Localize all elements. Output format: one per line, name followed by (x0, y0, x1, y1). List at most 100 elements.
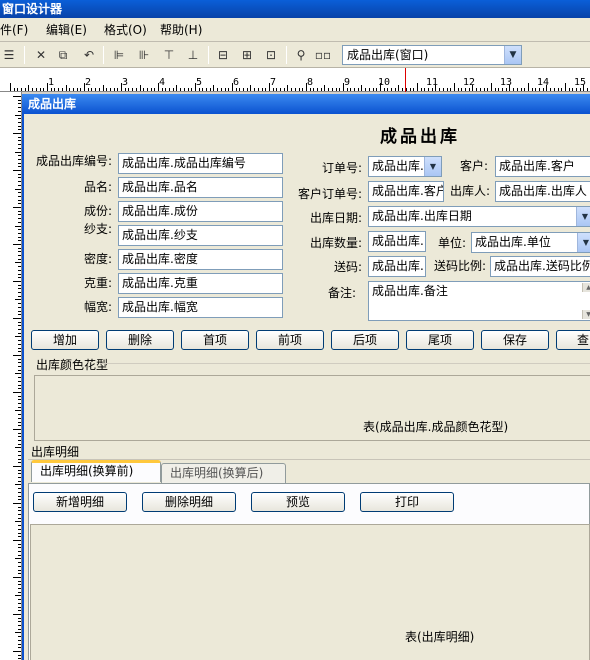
weight-field[interactable]: 成品出库.克重 (118, 273, 283, 294)
send-code-field[interactable]: 成品出库. (368, 256, 426, 277)
out-no-field[interactable]: 成品出库.成品出库编号 (118, 153, 283, 174)
menu-edit[interactable]: 编辑(E) (46, 22, 87, 38)
ruler-tick (117, 88, 118, 91)
customer-field[interactable]: 成品出库.客户 (495, 156, 590, 177)
window-title[interactable]: 成品出库 (22, 94, 590, 114)
remark-textarea[interactable]: 成品出库.备注 ▲ ▼ (368, 281, 590, 321)
scroll-down-icon[interactable]: ▼ (582, 310, 590, 319)
ruler-tick (18, 325, 21, 326)
ruler-tick (195, 83, 196, 91)
menu-help[interactable]: 帮助(H) (160, 22, 202, 38)
same-size-icon[interactable]: ⊞ (238, 46, 256, 64)
delete-detail-button[interactable]: 删除明细 (142, 492, 236, 512)
toolbar-separator (103, 46, 104, 64)
field-value: 成品出库.成品出库编号 (122, 156, 246, 170)
add-detail-button[interactable]: 新增明细 (33, 492, 127, 512)
ruler-tick (18, 222, 21, 223)
grid-icon[interactable]: ⊡ (262, 46, 280, 64)
align-tools-icon[interactable]: ⊫ (110, 46, 128, 64)
ruler-tick (369, 88, 370, 91)
prev-button[interactable]: 前项 (256, 330, 324, 350)
tab-order-icon[interactable]: ⚲ (292, 46, 310, 64)
component-icon[interactable]: ▫▫ (314, 46, 332, 64)
ruler-tick (287, 85, 288, 91)
ruler-tick (18, 658, 21, 659)
ruler-tick (413, 88, 414, 91)
delete-button[interactable]: 删除 (106, 330, 174, 350)
out-qty-field[interactable]: 成品出库. (368, 231, 426, 252)
save-button[interactable]: 保存 (481, 330, 549, 350)
undo-icon[interactable]: ↶ (80, 46, 98, 64)
ruler-tick (18, 359, 21, 360)
menu-file[interactable]: 件(F) (0, 22, 28, 38)
ruler-tick (443, 88, 444, 91)
ruler-tick (110, 88, 111, 91)
order-no-combo[interactable]: 成品出库. ▼ (368, 156, 442, 177)
last-button[interactable]: 尾项 (406, 330, 474, 350)
scroll-up-icon[interactable]: ▲ (582, 283, 590, 292)
copy-icon[interactable]: ⧉ (54, 46, 72, 64)
print-button[interactable]: 打印 (360, 492, 454, 512)
label-unit: 单位: (437, 236, 466, 250)
ruler-tick (173, 88, 174, 91)
issuer-field[interactable]: 成品出库.出库人 (495, 181, 590, 202)
composition-field[interactable]: 成品出库.成份 (118, 201, 283, 222)
preview-button[interactable]: 预览 (251, 492, 345, 512)
ruler-tick (347, 88, 348, 91)
out-date-picker[interactable]: 成品出库.出库日期 ▼ (368, 206, 590, 227)
ruler-tick (18, 418, 21, 419)
ruler-tick (18, 555, 21, 556)
ruler-tick (276, 88, 277, 91)
query-button[interactable]: 查 (556, 330, 590, 350)
ruler-tick (539, 88, 540, 91)
unit-combo[interactable]: 成品出库.单位 ▼ (471, 232, 590, 253)
product-name-field[interactable]: 成品出库.品名 (118, 177, 283, 198)
customer-order-field[interactable]: 成品出库.客户 (368, 181, 444, 202)
window-selector[interactable]: 成品出库(窗口) ▼ (342, 45, 522, 65)
ruler-tick (18, 144, 21, 145)
chevron-down-icon[interactable]: ▼ (576, 207, 590, 226)
chevron-down-icon[interactable]: ▼ (504, 46, 521, 64)
menu-format[interactable]: 格式(O) (104, 22, 147, 38)
ruler-tick (210, 88, 211, 91)
ruler-tick (580, 88, 581, 91)
tab-detail-after[interactable]: 出库明细(换算后) (161, 463, 286, 483)
cut-icon[interactable]: ✕ (32, 46, 50, 64)
chevron-down-icon[interactable]: ▼ (424, 157, 441, 176)
ruler-tick (77, 88, 78, 91)
width-field[interactable]: 成品出库.幅宽 (118, 297, 283, 318)
ruler-tick (321, 88, 322, 91)
align-bottom-icon[interactable]: ⊥ (184, 46, 202, 64)
ruler-tick (13, 281, 21, 282)
ruler-number: 15 (574, 77, 587, 88)
send-ratio-field[interactable]: 成品出库.送码比例 (490, 256, 590, 277)
density-field[interactable]: 成品出库.密度 (118, 249, 283, 270)
ruler-tick (439, 88, 440, 91)
align-left-icon[interactable]: ☰ (0, 46, 18, 64)
yarn-count-field[interactable]: 成品出库.纱支 (118, 225, 283, 246)
ruler-tick (13, 651, 21, 652)
ruler-tick (569, 88, 570, 91)
align-top-icon[interactable]: ⊤ (160, 46, 178, 64)
ruler-tick (91, 88, 92, 91)
color-pattern-table[interactable]: 表(成品出库.成品颜色花型) (34, 375, 590, 441)
ruler-tick (495, 88, 496, 91)
label-out-qty: 出库数量: (309, 236, 362, 250)
tab-detail-before[interactable]: 出库明细(换算前) (31, 460, 161, 482)
ruler-tick (587, 88, 588, 91)
size-tools-icon[interactable]: ⊟ (214, 46, 232, 64)
ruler-tick (73, 88, 74, 91)
ruler-tick (232, 83, 233, 91)
chevron-down-icon[interactable]: ▼ (577, 233, 590, 252)
ruler-tick (165, 88, 166, 91)
ruler-tick (202, 88, 203, 91)
first-button[interactable]: 首项 (181, 330, 249, 350)
ruler-tick (18, 536, 21, 537)
detail-table[interactable]: 表(出库明细) (30, 524, 590, 660)
next-button[interactable]: 后项 (331, 330, 399, 350)
ruler-tick (343, 83, 344, 91)
add-button[interactable]: 增加 (31, 330, 99, 350)
ruler-tick (18, 533, 21, 534)
label-width: 幅宽: (83, 300, 112, 314)
align-right-tools-icon[interactable]: ⊪ (135, 46, 153, 64)
